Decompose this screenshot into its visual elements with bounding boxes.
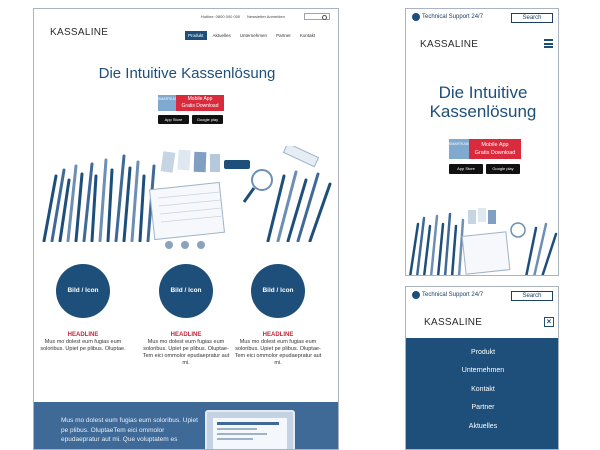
tablet-screen	[213, 418, 287, 449]
hero-title-line1: Die Intuitive	[438, 83, 528, 102]
stationery-banner-image	[34, 146, 338, 242]
menu-item-aktuelles[interactable]: Aktuelles	[406, 418, 558, 436]
store-buttons: App Store Google play	[158, 115, 223, 124]
feature-icon-placeholder: Bild / Icon	[56, 264, 110, 318]
support-icon	[412, 291, 420, 299]
mobile-topbar: Technical Support 24/7 Search	[406, 9, 558, 27]
mobile-home-mockup: Technical Support 24/7 Search KASSALINE …	[405, 8, 559, 276]
nav-item-produkt[interactable]: Produkt	[185, 31, 207, 40]
menu-item-kontakt[interactable]: Kontakt	[406, 381, 558, 399]
app-badge-text: Mobile App Gratis Download	[469, 139, 521, 159]
hamburger-line	[544, 46, 553, 48]
store-buttons: App Store Google play	[449, 164, 520, 174]
search-field[interactable]: Search	[511, 13, 553, 23]
app-store-button[interactable]: App Store	[158, 115, 189, 124]
site-logo[interactable]: KASSALINE	[50, 27, 108, 38]
app-badge-line2: Gratis Download	[474, 150, 516, 156]
carousel-dot[interactable]	[197, 241, 205, 249]
app-badge-logo: SMARTKASSEN	[449, 139, 475, 159]
support-text[interactable]: Technical Support 24/7	[422, 292, 483, 298]
support-text[interactable]: Technical Support 24/7	[422, 14, 483, 20]
feature-icon-placeholder: Bild / Icon	[159, 264, 213, 318]
mobile-topbar: Technical Support 24/7 Search	[406, 287, 558, 305]
mobile-nav-menu: Produkt Unternehmen Kontakt Partner Aktu…	[406, 338, 558, 449]
stationery-banner-image	[406, 204, 558, 275]
feature-column: Bild / Icon HEADLINE Mus mo dolest eum f…	[141, 264, 231, 367]
search-field[interactable]: Search	[511, 291, 553, 301]
main-nav: Produkt Aktuelles Unternehmen Partner Ko…	[185, 31, 318, 40]
feature-icon-placeholder: Bild / Icon	[251, 264, 305, 318]
feature-text: Mus mo dolest eum fugias eum soloribus. …	[142, 339, 230, 366]
hamburger-menu-icon[interactable]	[544, 39, 553, 50]
desktop-mockup: KASSALINE Hotline: 0800 000 000 Newslett…	[33, 8, 339, 450]
feature-headline: HEADLINE	[67, 332, 99, 338]
footer-text: Mus mo dolest eum fugias eum soloribus. …	[61, 417, 198, 443]
tablet-image	[205, 410, 295, 449]
menu-item-partner[interactable]: Partner	[406, 399, 558, 417]
menu-item-produkt[interactable]: Produkt	[406, 344, 558, 362]
carousel-dot[interactable]	[181, 241, 189, 249]
menu-item-unternehmen[interactable]: Unternehmen	[406, 362, 558, 380]
app-store-button[interactable]: App Store	[449, 164, 483, 174]
google-play-button[interactable]: Google play	[192, 115, 223, 124]
close-icon[interactable]: ×	[544, 317, 554, 327]
nav-item-unternehmen[interactable]: Unternehmen	[237, 31, 270, 40]
feature-text: Mus mo dolest eum fugias eum soloribus. …	[40, 339, 126, 352]
hamburger-line	[544, 42, 553, 45]
mobile-app-badge[interactable]: SMARTKASSEN Mobile App Gratis Download	[449, 139, 521, 159]
feature-headline: HEADLINE	[262, 332, 294, 338]
app-badge-text: Mobile App Gratis Download	[176, 95, 224, 111]
tablet-screen-content	[217, 422, 279, 440]
app-badge-logo: SMARTKASSEN	[158, 95, 184, 111]
site-logo[interactable]: KASSALINE	[420, 39, 478, 50]
nav-item-partner[interactable]: Partner	[273, 31, 294, 40]
search-input[interactable]	[304, 13, 330, 20]
google-play-button[interactable]: Google play	[486, 164, 520, 174]
hero-title: Die Intuitive Kassenlösung	[98, 65, 276, 82]
carousel-dot[interactable]	[165, 241, 173, 249]
feature-column: Bild / Icon HEADLINE Mus mo dolest eum f…	[38, 264, 128, 353]
footer-section: Mus mo dolest eum fugias eum soloribus. …	[34, 402, 338, 449]
support-icon	[412, 13, 420, 21]
app-badge-line1: Mobile App	[187, 96, 213, 102]
site-logo[interactable]: KASSALINE	[424, 317, 482, 328]
nav-item-aktuelles[interactable]: Aktuelles	[210, 31, 234, 40]
feature-column: Bild / Icon HEADLINE Mus mo dolest eum f…	[233, 264, 323, 367]
mobile-app-badge[interactable]: SMARTKASSEN Mobile App Gratis Download	[158, 95, 224, 111]
mobile-menu-mockup: Technical Support 24/7 Search KASSALINE …	[405, 286, 559, 450]
feature-text: Mus mo dolest eum fugias eum soloribus. …	[234, 339, 322, 366]
app-badge-line1: Mobile App	[481, 142, 509, 148]
hotline-text: Hotline: 0800 000 000	[201, 14, 241, 19]
carousel-dots	[165, 241, 205, 249]
newsletter-link[interactable]: Newsletter Anmelden	[247, 14, 285, 19]
hero-title-line2: Kassenlösung	[429, 102, 537, 121]
feature-headline: HEADLINE	[170, 332, 202, 338]
app-badge-line2: Gratis Download	[181, 103, 219, 109]
nav-item-kontakt[interactable]: Kontakt	[297, 31, 318, 40]
hero-title: Die Intuitive Kassenlösung	[406, 83, 558, 121]
hamburger-line	[544, 39, 553, 41]
search-icon	[322, 15, 327, 20]
